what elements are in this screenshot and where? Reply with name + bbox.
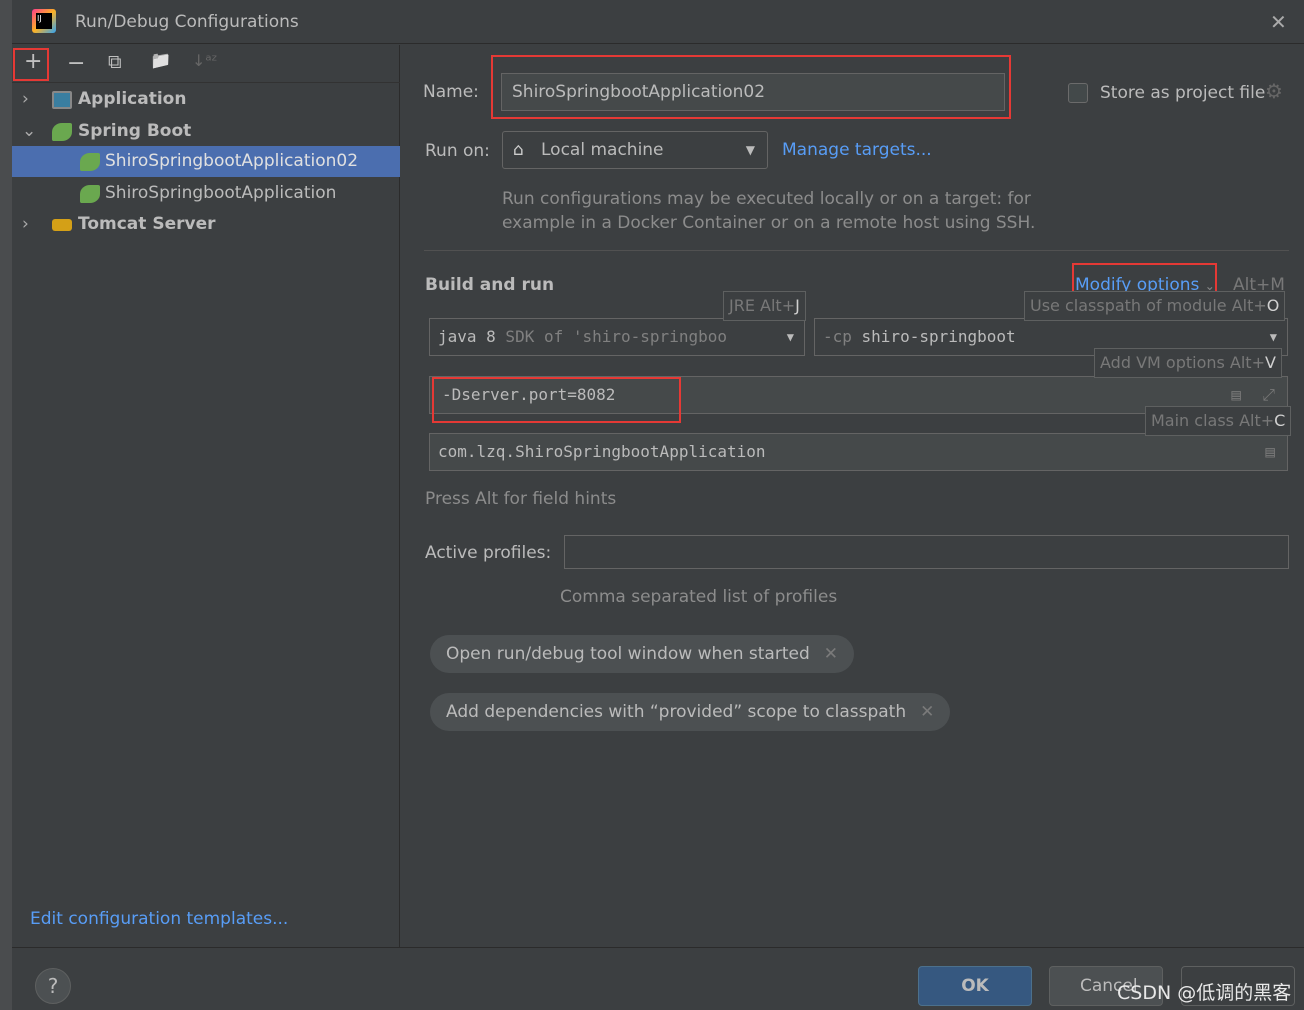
config-sidebar: + − ⧉ 📁 ↓ᵃᶻ › Application ⌄ Spring Boot …: [12, 45, 400, 947]
document-icon[interactable]: ▤: [1265, 434, 1275, 470]
run-on-description: Run configurations may be executed local…: [502, 189, 1031, 209]
tree-item-label: ShiroSpringbootApplication: [105, 183, 337, 203]
manage-targets-link[interactable]: Manage targets...: [782, 140, 932, 160]
tree-item-label: ShiroSpringbootApplication02: [105, 151, 359, 171]
watermark: CSDN @低调的黑客: [1117, 982, 1292, 1004]
jre-desc: SDK of 'shiro-springboo: [495, 327, 727, 346]
divider: [424, 250, 1289, 251]
store-checkbox[interactable]: [1068, 83, 1088, 103]
chevron-right-icon[interactable]: ›: [22, 84, 29, 115]
chip-label: Add dependencies with “provided” scope t…: [446, 702, 907, 722]
tree-item-label: Spring Boot: [78, 121, 192, 141]
spring-boot-icon: [80, 185, 100, 203]
active-profiles-label: Active profiles:: [425, 543, 552, 563]
tree-item-label: Tomcat Server: [78, 214, 216, 234]
gear-icon[interactable]: ⚙: [1265, 79, 1283, 103]
sort-icon[interactable]: ↓ᵃᶻ: [192, 51, 218, 70]
main-class-input[interactable]: com.lzq.ShiroSpringbootApplication ▤: [429, 433, 1288, 471]
sidebar-toolbar: + − ⧉ 📁 ↓ᵃᶻ: [12, 45, 400, 83]
copy-icon[interactable]: ⧉: [108, 51, 122, 73]
run-on-select[interactable]: ⌂ Local machine ▼: [502, 131, 768, 169]
option-chip: Open run/debug tool window when started ✕: [430, 635, 854, 673]
spring-boot-icon: [52, 123, 72, 141]
run-on-description: example in a Docker Container or on a re…: [502, 213, 1036, 233]
remove-icon[interactable]: −: [67, 51, 85, 76]
application-icon: [52, 91, 72, 109]
close-icon[interactable]: ✕: [1270, 10, 1287, 34]
tree-item-label: Application: [78, 89, 187, 109]
main-class-hint: Main class Alt+C: [1145, 406, 1292, 436]
profiles-hint: Comma separated list of profiles: [560, 587, 838, 607]
dropdown-arrow-icon: ▼: [745, 143, 755, 157]
background-ide-strip: [0, 0, 12, 1010]
cp-value: shiro-springboot: [861, 327, 1016, 346]
jre-select[interactable]: java 8 SDK of 'shiro-springboo ▼: [429, 318, 805, 356]
remove-chip-icon[interactable]: ✕: [920, 702, 934, 722]
tree-item-spring-boot[interactable]: ⌄ Spring Boot: [12, 116, 400, 147]
name-label: Name:: [423, 82, 479, 102]
main-class-value: com.lzq.ShiroSpringbootApplication: [438, 442, 766, 461]
highlight-box: [491, 55, 1011, 119]
dialog-footer: ? OK Cancel CSDN @低调的黑客: [12, 947, 1304, 1010]
store-label: Store as project file: [1100, 83, 1266, 103]
run-on-label: Run on:: [425, 141, 490, 161]
chip-label: Open run/debug tool window when started: [446, 644, 810, 664]
ok-button[interactable]: OK: [918, 966, 1032, 1006]
option-chip: Add dependencies with “provided” scope t…: [430, 693, 951, 731]
jre-value: java 8: [438, 327, 496, 346]
tree-item-application[interactable]: › Application: [12, 84, 400, 115]
config-form: Name: ShiroSpringbootApplication02 Store…: [401, 45, 1304, 947]
tree-item-config[interactable]: ShiroSpringbootApplication: [12, 178, 400, 209]
highlight-box: [13, 48, 49, 81]
help-button[interactable]: ?: [35, 968, 71, 1004]
vm-options-hint: Add VM options Alt+V: [1094, 348, 1282, 378]
intellij-logo-icon: IJ: [32, 9, 56, 33]
classpath-hint: Use classpath of module Alt+O: [1024, 291, 1286, 321]
tree-item-config-selected[interactable]: ShiroSpringbootApplication02: [12, 146, 400, 177]
spring-boot-icon: [80, 153, 100, 171]
window-title: Run/Debug Configurations: [75, 12, 299, 32]
field-hints-text: Press Alt for field hints: [425, 489, 617, 509]
dropdown-arrow-icon: ▼: [786, 330, 794, 344]
jre-hint: JRE Alt+J: [723, 291, 806, 321]
chevron-right-icon[interactable]: ›: [22, 209, 29, 240]
folder-add-icon[interactable]: 📁: [150, 51, 171, 71]
highlight-box: [432, 377, 681, 423]
home-icon: ⌂: [513, 140, 524, 160]
run-on-value: Local machine: [541, 140, 664, 160]
edit-templates-link[interactable]: Edit configuration templates...: [30, 909, 288, 929]
tree-item-tomcat[interactable]: › Tomcat Server: [12, 209, 400, 240]
cp-flag: -cp: [823, 327, 862, 346]
build-run-heading: Build and run: [425, 275, 555, 295]
chevron-down-icon[interactable]: ⌄: [22, 116, 36, 147]
remove-chip-icon[interactable]: ✕: [824, 644, 838, 664]
active-profiles-input[interactable]: [564, 535, 1289, 569]
tomcat-icon: [52, 219, 72, 231]
